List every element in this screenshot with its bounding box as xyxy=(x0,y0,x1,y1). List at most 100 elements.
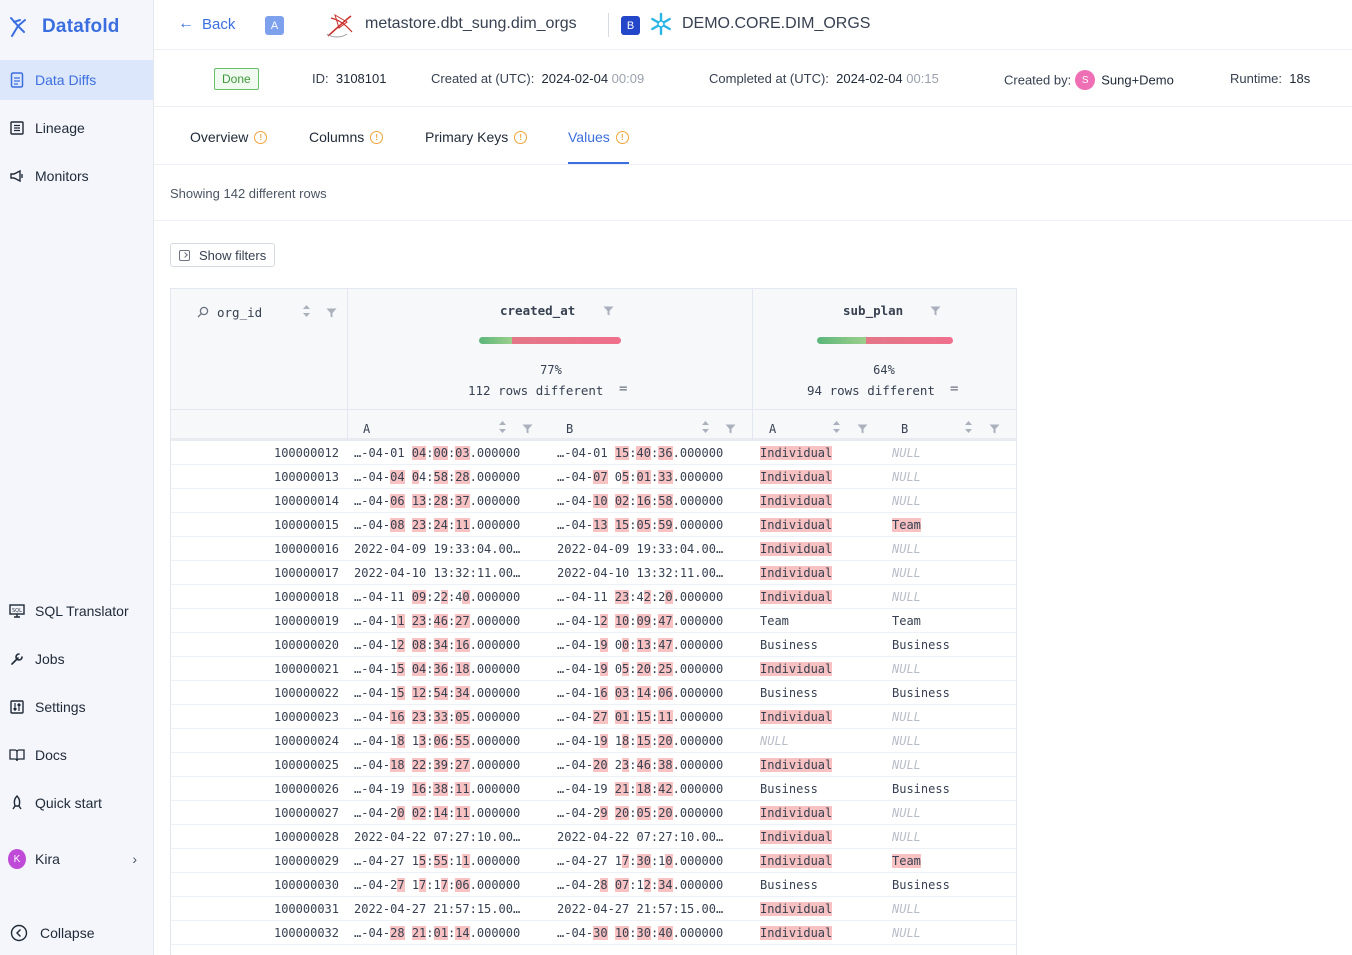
filter-icon[interactable] xyxy=(603,305,614,316)
table-row[interactable]: 100000031 2022-04-27 21:57:15.00… 2022-04-… xyxy=(171,897,1016,921)
table-row[interactable]: 100000028 2022-04-22 07:27:10.00… 2022-04-… xyxy=(171,825,1016,849)
sidebar-item-quick-start[interactable]: Quick start xyxy=(0,783,153,823)
sidebar-item-label: Monitors xyxy=(35,168,89,184)
table-row[interactable]: 100000020 …-04-12 08:34:16.000000 …-04-19 … xyxy=(171,633,1016,657)
table-row[interactable]: 100000016 2022-04-09 19:33:04.00… 2022-04-… xyxy=(171,537,1016,561)
sort-icon[interactable] xyxy=(964,420,973,434)
value-segment: …-04-1 xyxy=(354,614,398,628)
diff-highlight: 39 xyxy=(433,758,448,772)
value-segment: .000000 xyxy=(469,638,521,652)
table-row[interactable]: 100000013 …-04-04 04:58:28.000000 …-04-07 … xyxy=(171,465,1016,489)
filter-icon[interactable] xyxy=(857,423,868,434)
value-segment: Business xyxy=(760,686,818,700)
sidebar-item-settings[interactable]: Settings xyxy=(0,687,153,727)
tab-values[interactable]: Values! xyxy=(568,129,629,145)
table-row[interactable]: 100000015 …-04-08 23:24:11.000000 …-04-13 … xyxy=(171,513,1016,537)
diff-highlight: 46 xyxy=(433,614,448,628)
filter-icon[interactable] xyxy=(930,305,941,316)
diff-highlight: 9 xyxy=(600,806,608,820)
diff-highlight: 36 xyxy=(658,446,673,460)
sidebar-item-label: Data Diffs xyxy=(35,72,97,88)
sidebar-item-data-diffs[interactable]: Data Diffs xyxy=(0,60,153,100)
user-menu[interactable]: K Kira › xyxy=(0,839,153,879)
value-segment: : xyxy=(426,758,434,772)
table-row[interactable]: 100000019 …-04-11 23:46:27.000000 …-04-12 … xyxy=(171,609,1016,633)
cell-org-id: 100000020 xyxy=(273,638,339,652)
tab-columns[interactable]: Columns! xyxy=(309,129,384,145)
sort-icon[interactable] xyxy=(832,420,841,434)
value-segment: .000000 xyxy=(469,446,521,460)
diff-highlight: 21 xyxy=(614,782,630,796)
table-row[interactable]: 100000027 …-04-20 02:14:11.000000 …-04-29 … xyxy=(171,801,1016,825)
table-row[interactable]: 100000029 …-04-27 15:55:11.000000 …-04-27 … xyxy=(171,849,1016,873)
cell-org-id: 100000013 xyxy=(273,470,339,484)
table-row[interactable]: 100000025 …-04-18 22:39:27.000000 …-04-20 … xyxy=(171,753,1016,777)
value-segment: …-04-1 xyxy=(354,686,398,700)
value-segment: .000000 xyxy=(672,758,724,772)
back-button[interactable]: ← Back xyxy=(178,15,235,33)
tab-primary-keys[interactable]: Primary Keys! xyxy=(425,129,528,145)
collapse-button[interactable]: Collapse xyxy=(0,913,153,953)
table-row[interactable]: 100000021 …-04-15 04:36:18.000000 …-04-19 … xyxy=(171,657,1016,681)
diff-highlight: 9 xyxy=(600,734,608,748)
sort-icon[interactable] xyxy=(302,304,311,318)
sidebar-item-jobs[interactable]: Jobs xyxy=(0,639,153,679)
value-segment: …-04-11 xyxy=(557,590,615,604)
value-segment: .000000 xyxy=(469,926,521,940)
table-row[interactable]: 100000030 …-04-27 17:17:06.000000 …-04-28 … xyxy=(171,873,1016,897)
value-segment: : xyxy=(426,638,434,652)
brand[interactable]: Datafold xyxy=(8,12,120,42)
sidebar-item-monitors[interactable]: Monitors xyxy=(0,156,153,196)
search-icon[interactable] xyxy=(197,306,209,321)
table-row[interactable]: 100000014 …-04-06 13:28:37.000000 …-04-10 … xyxy=(171,489,1016,513)
diff-highlight: 42 xyxy=(658,782,673,796)
value-segment: .000000 xyxy=(469,878,521,892)
menu-icon[interactable]: = xyxy=(950,381,958,397)
cell-sub-plan-b: NULL xyxy=(892,566,921,580)
megaphone-icon xyxy=(8,167,26,185)
value-segment: :1 xyxy=(426,878,441,892)
table-row[interactable]: 100000018 …-04-11 09:22:40.000000 …-04-11 … xyxy=(171,585,1016,609)
table-row[interactable]: 100000017 2022-04-10 13:32:11.00… 2022-04-… xyxy=(171,561,1016,585)
sort-icon[interactable] xyxy=(701,420,710,434)
cell-org-id: 100000017 xyxy=(273,566,339,580)
table-row[interactable]: 100000012 …-04-01 04:00:03.000000 …-04-01 … xyxy=(171,441,1016,465)
key-column-name: org_id xyxy=(217,305,263,320)
filter-icon[interactable] xyxy=(989,423,1000,434)
table-row[interactable]: 100000024 …-04-18 13:06:55.000000 …-04-19 … xyxy=(171,729,1016,753)
cell-created-at-b: …-04-12 10:09:47.000000 xyxy=(557,614,723,628)
value-segment: 2022-04-10 13:32:11.00… xyxy=(354,566,521,580)
filter-icon[interactable] xyxy=(522,423,533,434)
value-segment: …-04-01 xyxy=(354,446,412,460)
dataset-a-tag: A xyxy=(265,16,284,35)
expand-icon xyxy=(179,249,190,261)
table-row[interactable]: 100000023 …-04-16 23:33:05.000000 …-04-27 … xyxy=(171,705,1016,729)
diff-highlight: 46 xyxy=(636,758,651,772)
cell-sub-plan-a: NULL xyxy=(760,734,789,748)
diff-highlight: 34 xyxy=(455,686,470,700)
sidebar-item-lineage[interactable]: Lineage xyxy=(0,108,153,148)
diff-highlight: 5 xyxy=(397,686,405,700)
diff-highlight: 24 xyxy=(433,518,448,532)
value-segment: .000000 xyxy=(672,446,724,460)
status-badge: Done xyxy=(214,68,259,90)
table-row[interactable]: 100000032 …-04-28 21:01:14.000000 …-04-30 … xyxy=(171,921,1016,945)
filter-icon[interactable] xyxy=(326,307,337,318)
menu-icon[interactable]: = xyxy=(619,381,627,397)
diff-highlight: 16 xyxy=(411,782,427,796)
tab-overview[interactable]: Overview! xyxy=(190,129,268,145)
value-segment: 0 xyxy=(607,638,623,652)
sort-icon[interactable] xyxy=(498,420,507,434)
filter-icon[interactable] xyxy=(725,423,736,434)
table-row[interactable]: 100000026 …-04-19 16:38:11.000000 …-04-19 … xyxy=(171,777,1016,801)
diff-highlight: 20 xyxy=(636,662,651,676)
cell-org-id: 100000025 xyxy=(273,758,339,772)
diff-highlight: 06 xyxy=(390,494,405,508)
sidebar-item-sql-translator[interactable]: SQL SQL Translator xyxy=(0,591,153,631)
table-row[interactable]: 100000022 …-04-15 12:54:34.000000 …-04-16 … xyxy=(171,681,1016,705)
cell-org-id: 100000021 xyxy=(273,662,339,676)
completed-at: Completed at (UTC): 2024-02-04 00:15 xyxy=(709,71,939,86)
sidebar-item-docs[interactable]: Docs xyxy=(0,735,153,775)
show-filters-button[interactable]: Show filters xyxy=(170,243,276,267)
value-segment: :4 xyxy=(629,590,644,604)
